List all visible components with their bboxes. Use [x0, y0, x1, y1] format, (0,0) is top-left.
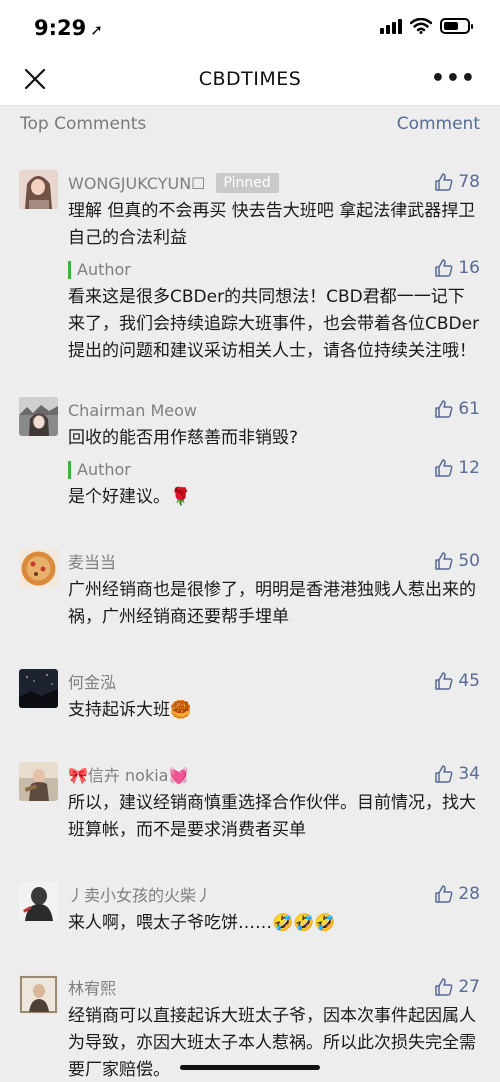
like-count: 50 — [458, 551, 480, 571]
comment-author[interactable]: 林宥熙 — [68, 979, 116, 998]
comment-text: 理解 但真的不会再买 快去告大班吧 拿起法律武器捍卫自己的合法利益 — [68, 201, 476, 248]
comment-author[interactable]: 何金泓 — [68, 673, 116, 692]
author-reply: Author 12 是个好建议。🌹 — [68, 456, 480, 511]
like-button[interactable]: 50 — [434, 551, 480, 571]
status-icons — [380, 18, 473, 34]
avatar[interactable] — [19, 397, 58, 436]
like-button[interactable]: 28 — [434, 884, 480, 904]
comment-author[interactable]: WONGJUKCYUN☐ — [68, 174, 206, 193]
comment-author[interactable]: 丿卖小女孩的火柴丿 — [68, 886, 212, 905]
thumbs-up-icon — [435, 672, 453, 690]
like-count: 34 — [458, 764, 480, 784]
comment-item: 麦当当 50 广州经销商也是很惨了，明明是香港港独贱人惹出来的祸，广州经销商还要… — [0, 549, 500, 631]
comment-author[interactable]: 🎀信卉 nokia💓 — [68, 766, 188, 785]
like-count: 16 — [458, 258, 480, 278]
avatar[interactable] — [19, 170, 58, 209]
thumbs-up-icon — [435, 459, 453, 477]
pinned-badge: Pinned — [215, 173, 279, 193]
avatar[interactable] — [19, 549, 58, 588]
like-button[interactable]: 34 — [434, 764, 480, 784]
comment-text: 所以，建议经销商慎重选择合作伙伴。目前情况，找大班算帐，而不是要求消费者买单 — [68, 793, 476, 840]
comment-text: 回收的能否用作慈善而非销毁? — [68, 428, 299, 448]
cellular-signal-icon — [380, 18, 402, 34]
like-count: 78 — [458, 172, 480, 192]
comment-item: 🎀信卉 nokia💓 34 所以，建议经销商慎重选择合作伙伴。目前情况，找大班算… — [0, 762, 500, 844]
author-label: Author — [68, 461, 131, 479]
comment-text: 经销商可以直接起诉大班太子爷，因本次事件起因属人为导致，亦因大班太子本人惹祸。所… — [68, 1006, 476, 1080]
avatar[interactable] — [19, 762, 58, 801]
comment-item: 丿卖小女孩的火柴丿 28 来人啊，喂太子爷吃饼……🤣🤣🤣 — [0, 882, 500, 937]
comment-item: WONGJUKCYUN☐ Pinned 78 理解 但真的不会再买 快去告大班吧 … — [0, 170, 500, 365]
like-button[interactable]: 61 — [434, 399, 480, 419]
top-comments-label: Top Comments — [20, 114, 147, 134]
like-count: 27 — [458, 977, 480, 997]
thumbs-up-icon — [435, 765, 453, 783]
thumbs-up-icon — [435, 400, 453, 418]
comment-item: 何金泓 45 支持起诉大班🥮 — [0, 669, 500, 724]
thumbs-up-icon — [435, 173, 453, 191]
comment-text: 来人啊，喂太子爷吃饼……🤣🤣🤣 — [68, 913, 336, 933]
wifi-icon — [410, 18, 432, 34]
thumbs-up-icon — [435, 885, 453, 903]
comment-item: Chairman Meow 61 回收的能否用作慈善而非销毁? Author 1… — [0, 397, 500, 511]
reply-text: 是个好建议。🌹 — [68, 487, 192, 507]
like-button[interactable]: 12 — [434, 458, 480, 478]
clock-text: 9:29 — [34, 16, 87, 40]
like-count: 45 — [458, 671, 480, 691]
reply-text: 看来这是很多CBDer的共同想法！CBD君都一一记下来了，我们会持续追踪大班事件… — [68, 287, 480, 361]
home-indicator[interactable] — [180, 1065, 320, 1070]
like-count: 12 — [458, 458, 480, 478]
nav-bar: CBDTIMES ••• — [0, 56, 500, 106]
thumbs-up-icon — [435, 259, 453, 277]
comments-header: Top Comments Comment — [0, 106, 500, 148]
like-button[interactable]: 45 — [434, 671, 480, 691]
status-time: 9:29 ➚ — [34, 16, 103, 40]
comment-text: 支持起诉大班🥮 — [68, 700, 192, 720]
like-count: 28 — [458, 884, 480, 904]
author-reply: Author 16 看来这是很多CBDer的共同想法！CBD君都一一记下来了，我… — [68, 256, 480, 365]
page-title: CBDTIMES — [198, 68, 302, 90]
comment-author[interactable]: 麦当当 — [68, 553, 116, 572]
comment-text: 广州经销商也是很惨了，明明是香港港独贱人惹出来的祸，广州经销商还要帮手埋单 — [68, 580, 476, 627]
avatar[interactable] — [19, 669, 58, 708]
status-bar: 9:29 ➚ — [0, 0, 500, 56]
thumbs-up-icon — [435, 552, 453, 570]
comment-list: WONGJUKCYUN☐ Pinned 78 理解 但真的不会再买 快去告大班吧 … — [0, 170, 500, 1082]
avatar[interactable] — [19, 975, 58, 1014]
avatar[interactable] — [19, 882, 58, 921]
like-button[interactable]: 16 — [434, 258, 480, 278]
write-comment-link[interactable]: Comment — [397, 114, 480, 134]
thumbs-up-icon — [435, 978, 453, 996]
location-arrow-icon: ➚ — [90, 21, 103, 39]
like-count: 61 — [458, 399, 480, 419]
comment-author[interactable]: Chairman Meow — [68, 401, 197, 420]
more-icon[interactable]: ••• — [431, 66, 476, 91]
battery-icon — [440, 18, 473, 34]
author-label: Author — [68, 261, 131, 279]
like-button[interactable]: 27 — [434, 977, 480, 997]
like-button[interactable]: 78 — [434, 172, 480, 192]
